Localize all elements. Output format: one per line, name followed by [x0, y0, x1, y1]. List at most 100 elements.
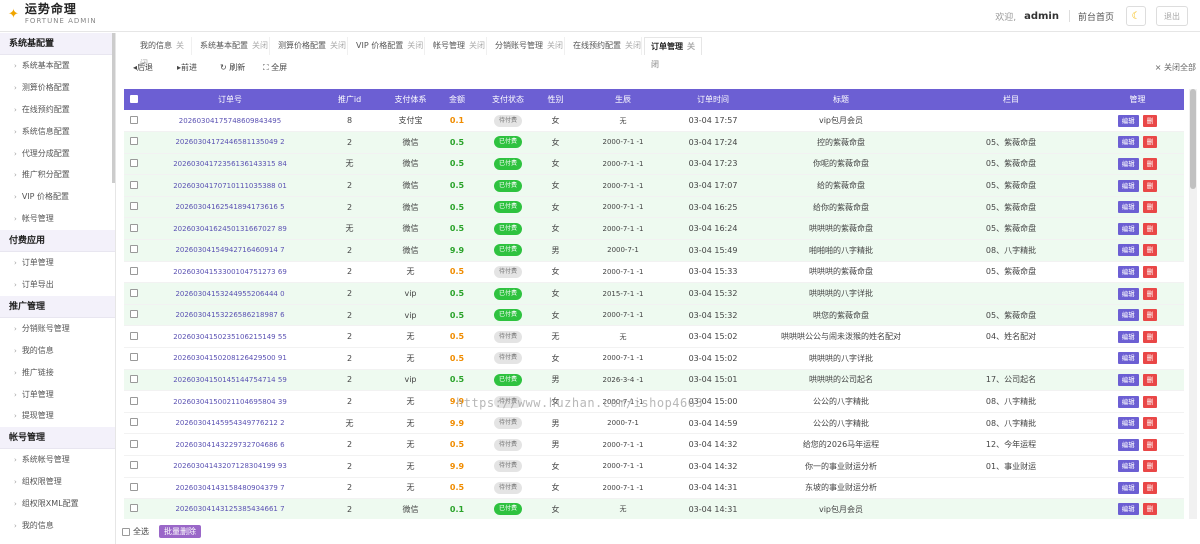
checkbox[interactable]	[130, 310, 138, 319]
refresh-button[interactable]: ↻ 刷新	[220, 60, 245, 76]
sidebar-item[interactable]: › 系统帐号管理	[0, 449, 115, 471]
fullscreen-button[interactable]: ⛶ 全屏	[263, 60, 287, 76]
row-select-checkbox[interactable]	[124, 110, 144, 133]
row-select-checkbox[interactable]	[124, 412, 144, 435]
row-select-checkbox[interactable]	[124, 390, 144, 413]
sidebar-item[interactable]: › VIP 价格配置	[0, 186, 115, 208]
delete-button[interactable]: 删	[1142, 136, 1158, 149]
theme-toggle-moon-icon[interactable]: ☾	[1126, 6, 1146, 26]
order-number-link[interactable]: 20260304150021104695804 39	[144, 390, 316, 413]
tab-6[interactable]: 在线预约配置 关闭	[567, 37, 642, 55]
edit-button[interactable]: 编辑	[1117, 179, 1139, 192]
edit-button[interactable]: 编辑	[1117, 287, 1139, 300]
checkbox[interactable]	[130, 288, 138, 297]
checkbox[interactable]	[130, 504, 138, 513]
order-number-link[interactable]: 20260304143229732704686 6	[144, 433, 316, 456]
tab-3[interactable]: VIP 价格配置 关闭	[350, 37, 425, 55]
order-number-link[interactable]: 20260304143207128304199 93	[144, 455, 316, 478]
delete-button[interactable]: 删	[1142, 395, 1158, 408]
back-button[interactable]: ◂后退	[133, 60, 153, 76]
sidebar-item[interactable]: › 订单管理	[0, 252, 115, 274]
order-number-link[interactable]: 20260304143158480904379 7	[144, 477, 316, 500]
delete-button[interactable]: 删	[1142, 417, 1158, 430]
checkbox[interactable]	[130, 374, 138, 383]
sidebar-item[interactable]: › 代理分成配置	[0, 143, 115, 165]
edit-button[interactable]: 编辑	[1117, 309, 1139, 322]
row-select-checkbox[interactable]	[124, 282, 144, 305]
checkbox[interactable]	[130, 461, 138, 470]
delete-button[interactable]: 删	[1142, 503, 1158, 516]
header-select-checkbox[interactable]	[124, 89, 144, 110]
order-number-link[interactable]: 20260304172446581135049 2	[144, 131, 316, 154]
edit-button[interactable]: 编辑	[1117, 417, 1139, 430]
edit-button[interactable]: 编辑	[1117, 244, 1139, 257]
row-select-checkbox[interactable]	[124, 369, 144, 392]
sidebar-item[interactable]: › 提现管理	[0, 405, 115, 427]
logo[interactable]: ✦ 运势命理 FORTUNE ADMIN	[8, 3, 97, 26]
checkbox[interactable]	[130, 158, 138, 167]
order-number-link[interactable]: 20260304153300104751273 69	[144, 261, 316, 284]
order-number-link[interactable]: 20260304153244955206444 0	[144, 282, 316, 305]
delete-button[interactable]: 删	[1142, 309, 1158, 322]
sidebar-group-header[interactable]: 帐号管理	[0, 427, 115, 450]
edit-button[interactable]: 编辑	[1117, 114, 1139, 127]
table-scrollbar[interactable]	[1189, 89, 1197, 519]
sidebar-item[interactable]: › 我的信息	[0, 515, 115, 537]
tab-1[interactable]: 系统基本配置 关闭	[194, 37, 270, 55]
edit-button[interactable]: 编辑	[1117, 481, 1139, 494]
sidebar-group-header[interactable]: 付费应用	[0, 230, 115, 253]
order-number-link[interactable]: 20260304154942716460914 7	[144, 239, 316, 262]
logout-button[interactable]: 退出	[1156, 6, 1188, 26]
delete-button[interactable]: 删	[1142, 244, 1158, 257]
select-all[interactable]: 全选	[122, 526, 149, 537]
tab-close-button[interactable]: 关闭	[625, 41, 641, 50]
order-number-link[interactable]: 20260304175748609843495	[144, 110, 316, 133]
order-number-link[interactable]: 20260304145954349776212 2	[144, 412, 316, 435]
forward-button[interactable]: ▸前进	[177, 60, 197, 76]
row-select-checkbox[interactable]	[124, 433, 144, 456]
sidebar-scrollbar[interactable]	[112, 33, 115, 183]
row-select-checkbox[interactable]	[124, 455, 144, 478]
checkbox[interactable]	[130, 482, 138, 491]
checkbox[interactable]	[130, 115, 138, 124]
sidebar-item[interactable]: › 帐号管理	[0, 208, 115, 230]
delete-button[interactable]: 删	[1142, 352, 1158, 365]
row-select-checkbox[interactable]	[124, 498, 144, 519]
edit-button[interactable]: 编辑	[1117, 157, 1139, 170]
checkbox[interactable]	[130, 245, 138, 254]
tab-5[interactable]: 分销账号管理 关闭	[489, 37, 565, 55]
delete-button[interactable]: 删	[1142, 179, 1158, 192]
order-number-link[interactable]: 20260304153226586218987 6	[144, 304, 316, 327]
sidebar-item[interactable]: › 系统基本配置	[0, 55, 115, 77]
sidebar-item[interactable]: › 推广积分配置	[0, 164, 115, 186]
delete-button[interactable]: 删	[1142, 373, 1158, 386]
sidebar-item[interactable]: › 组权限XML配置	[0, 493, 115, 515]
sidebar-item[interactable]: › 分销账号管理	[0, 318, 115, 340]
bulk-delete-button[interactable]: 批量删除	[159, 525, 201, 538]
checkbox[interactable]	[130, 202, 138, 211]
checkbox[interactable]	[130, 418, 138, 427]
tab-2[interactable]: 测算价格配置 关闭	[272, 37, 348, 55]
tab-7[interactable]: 订单管理 关闭	[644, 37, 702, 69]
delete-button[interactable]: 删	[1142, 330, 1158, 343]
order-number-link[interactable]: 20260304162541894173616 5	[144, 196, 316, 219]
select-all-checkbox[interactable]	[122, 527, 130, 536]
row-select-checkbox[interactable]	[124, 477, 144, 500]
sidebar-item[interactable]: › 推广链接	[0, 362, 115, 384]
row-select-checkbox[interactable]	[124, 261, 144, 284]
delete-button[interactable]: 删	[1142, 287, 1158, 300]
sidebar-item[interactable]: › 订单管理	[0, 384, 115, 406]
sidebar-group-header[interactable]: 推广管理	[0, 295, 115, 318]
edit-button[interactable]: 编辑	[1117, 460, 1139, 473]
row-select-checkbox[interactable]	[124, 174, 144, 197]
sidebar-item[interactable]: › 订单导出	[0, 274, 115, 296]
sidebar-item[interactable]: › 测算价格配置	[0, 77, 115, 99]
order-number-link[interactable]: 20260304170710111035388 01	[144, 174, 316, 197]
delete-button[interactable]: 删	[1142, 201, 1158, 214]
order-number-link[interactable]: 20260304150208126429500 91	[144, 347, 316, 370]
edit-button[interactable]: 编辑	[1117, 265, 1139, 278]
row-select-checkbox[interactable]	[124, 325, 144, 349]
edit-button[interactable]: 编辑	[1117, 136, 1139, 149]
checkbox[interactable]	[130, 180, 138, 189]
edit-button[interactable]: 编辑	[1117, 201, 1139, 214]
